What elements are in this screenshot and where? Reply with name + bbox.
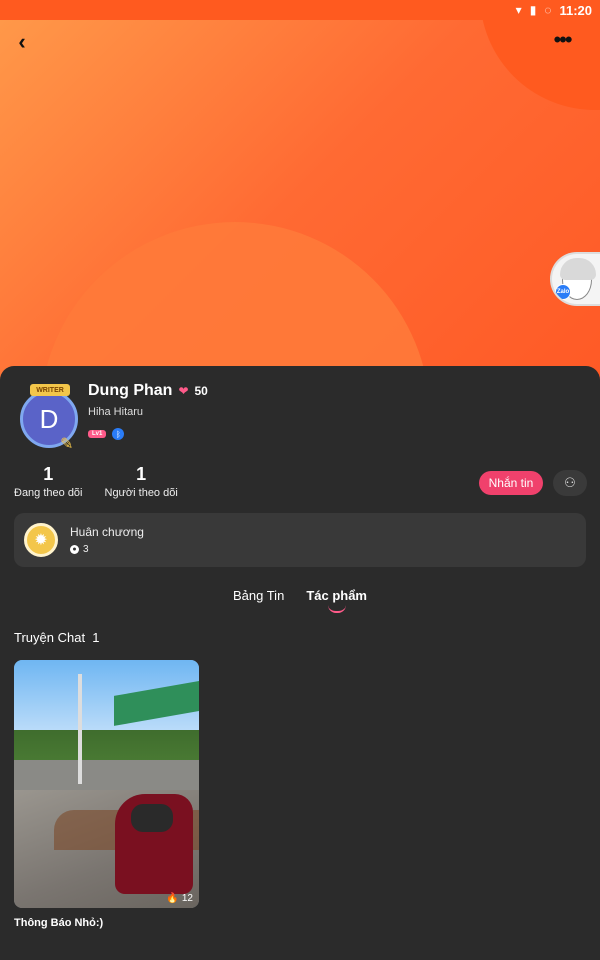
medals-count: ● 3 <box>70 544 89 555</box>
zalo-badge: Zalo <box>555 284 571 300</box>
name-row: Dung Phan ❤ 50 <box>88 382 208 400</box>
level-badge: Lv1 <box>88 430 107 438</box>
chevron-left-icon: ‹ <box>18 29 26 54</box>
work-card[interactable]: 🔥 12 <box>14 660 199 908</box>
section-title-label: Truyện Chat <box>14 630 86 645</box>
status-time: 11:20 <box>559 2 592 18</box>
section-count: 1 <box>92 630 100 645</box>
profile-tabs: Bảng Tin Tác phẩm <box>0 588 600 613</box>
profile-badges: Lv1 ᛒ <box>88 428 125 440</box>
followers-label: Người theo dõi <box>104 487 178 499</box>
profile-subname: Hiha Hitaru <box>88 406 144 418</box>
profile-name: Dung Phan <box>88 382 173 399</box>
medal-icon: ✹ <box>24 523 58 557</box>
floating-chat-bubble[interactable]: Zalo <box>550 252 600 306</box>
writer-badge: WRITER <box>30 384 70 396</box>
profile-banner <box>0 0 600 380</box>
followers-stat[interactable]: 1 Người theo dõi <box>105 464 178 499</box>
work-title[interactable]: Thông Báo Nhỏ:) <box>14 917 103 929</box>
profile-points: 50 <box>194 384 208 398</box>
follow-stats: 1 Đang theo dõi 1 Người theo dõi <box>14 464 178 499</box>
following-stat[interactable]: 1 Đang theo dõi <box>14 464 83 499</box>
thumbnail-motorbike <box>115 794 193 894</box>
status-bar: ▾ ▮ ◌ 11:20 <box>0 0 600 20</box>
more-horizontal-icon: ••• <box>553 27 572 52</box>
pen-icon: ✎ <box>60 436 74 453</box>
medal-count-icon: ● <box>70 545 79 554</box>
work-likes: 🔥 12 <box>166 893 193 904</box>
section-title: Truyện Chat 1 <box>14 630 100 645</box>
follow-button[interactable]: ⚇ <box>553 470 587 496</box>
medals-title: Huân chương <box>70 525 144 539</box>
followers-count: 1 <box>136 464 147 484</box>
work-likes-count: 12 <box>181 893 193 904</box>
heart-icon: ❤ <box>178 384 189 398</box>
banner-decoration-arc <box>40 222 430 380</box>
medals-card[interactable]: ✹ Huân chương ● 3 <box>14 513 586 567</box>
profile-panel: D WRITER ✎ Dung Phan ❤ 50 Hiha Hitaru Lv… <box>0 366 600 960</box>
tab-works[interactable]: Tác phẩm <box>306 588 367 613</box>
avatar-frame[interactable]: D WRITER ✎ <box>16 384 84 453</box>
thumbnail-pole <box>78 674 82 784</box>
add-user-icon: ⚇ <box>564 475 576 490</box>
tab-feed[interactable]: Bảng Tin <box>233 588 284 609</box>
loading-icon: ◌ <box>544 3 552 17</box>
verified-icon: ᛒ <box>112 428 125 440</box>
back-button[interactable]: ‹ <box>10 29 34 54</box>
wifi-icon: ▾ <box>515 3 522 17</box>
following-label: Đang theo dõi <box>14 487 83 499</box>
more-options-button[interactable]: ••• <box>550 27 574 52</box>
message-button[interactable]: Nhắn tin <box>479 471 543 495</box>
flame-icon: 🔥 <box>166 893 179 904</box>
sim-icon: ▮ <box>529 3 537 17</box>
following-count: 1 <box>43 464 54 484</box>
medals-count-value: 3 <box>83 544 89 555</box>
